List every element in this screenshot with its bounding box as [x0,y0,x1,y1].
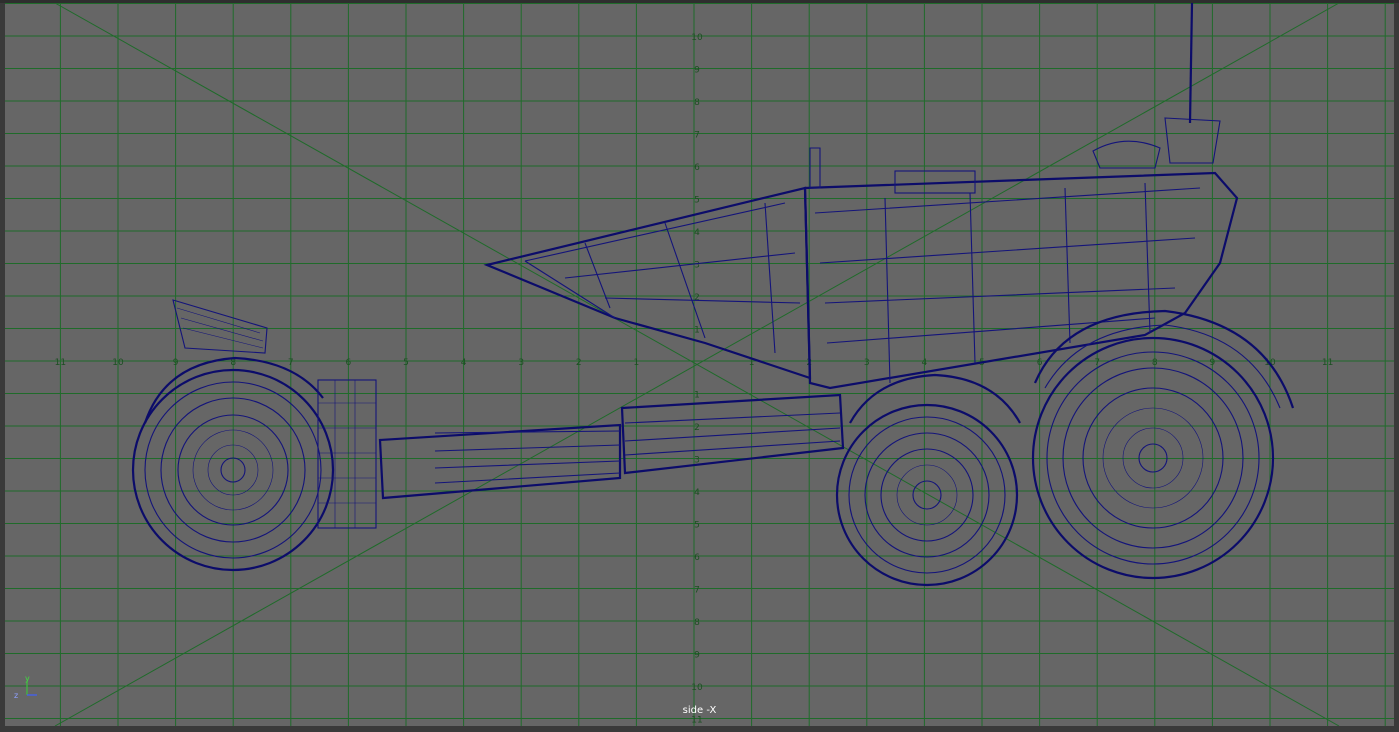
antenna [1188,3,1194,124]
middle-wheel[interactable] [835,403,1019,587]
axis-z-label: z [14,691,18,700]
middle-fender [849,373,1021,424]
boom-arm-rear [378,423,622,500]
front-wheel[interactable] [1031,336,1275,580]
roof-light [1164,117,1221,164]
cab-body [803,171,1239,390]
roof-seat [1092,140,1161,169]
rear-seat [172,299,268,354]
side-viewport[interactable]: 11 10 9 8 7 6 5 4 3 2 1 1 2 3 4 5 6 7 8 9 10 11 10 9 8 7 6 5 4 3 2 1 1 2 3… [5,3,1394,726]
camera-label: side -X [682,705,717,716]
axis-y-label: y [25,675,30,683]
hopper [483,186,812,380]
axis-indicator: y z [14,675,37,700]
wireframe-model[interactable] [5,3,1394,726]
mirror [809,147,821,189]
rear-wheel[interactable] [131,368,335,572]
